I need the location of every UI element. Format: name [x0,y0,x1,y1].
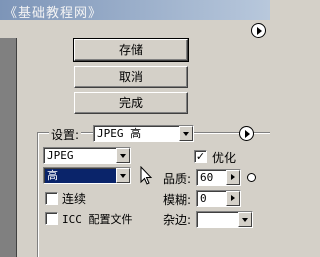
chevron-right-icon[interactable] [226,170,240,185]
blur-field[interactable]: 0 [196,190,241,207]
quality-field[interactable]: 60 [196,169,241,186]
blur-label: 模糊: [163,193,192,207]
matte-select[interactable] [196,211,253,228]
settings-label: 设置: [49,126,82,143]
save-button[interactable]: 存储 [73,38,189,62]
quality-label: 品质: [163,172,192,186]
preset-select[interactable]: JPEG 高 [93,125,194,142]
preset-select-value: JPEG 高 [97,127,142,140]
matte-label: 杂边: [163,213,192,227]
quality-field-value: 60 [200,171,214,184]
mouse-cursor-icon [140,166,153,185]
cancel-button[interactable]: 取消 [74,66,188,88]
quality-level-select-value: 高 [47,169,58,182]
format-select[interactable]: JPEG [43,147,131,164]
done-button[interactable]: 完成 [74,92,188,114]
blur-field-value: 0 [200,192,207,205]
flyout-menu-icon[interactable] [251,23,266,38]
chevron-down-icon [116,168,130,183]
top-toolbar [0,20,270,40]
title-bar: 《基础教程网》 [0,0,270,21]
settings-menu-icon[interactable] [239,126,254,141]
optimize-checkbox[interactable]: ✓ [194,150,207,163]
quality-level-select[interactable]: 高 [43,167,131,184]
progressive-label: 连续 [62,192,87,206]
progressive-checkbox[interactable] [45,192,58,205]
chevron-down-icon [238,212,252,227]
chevron-right-icon[interactable] [226,191,240,206]
window-title: 《基础教程网》 [4,6,103,21]
icc-profile-label: ICC 配置文件 [62,213,133,226]
chevron-down-icon [116,148,130,163]
chevron-down-icon [179,126,193,141]
optimize-label: 优化 [212,151,237,165]
format-select-value: JPEG [47,149,74,162]
quality-modifier-icon[interactable] [247,173,256,182]
icc-profile-checkbox[interactable] [45,212,58,225]
image-preview-panel [0,38,17,257]
